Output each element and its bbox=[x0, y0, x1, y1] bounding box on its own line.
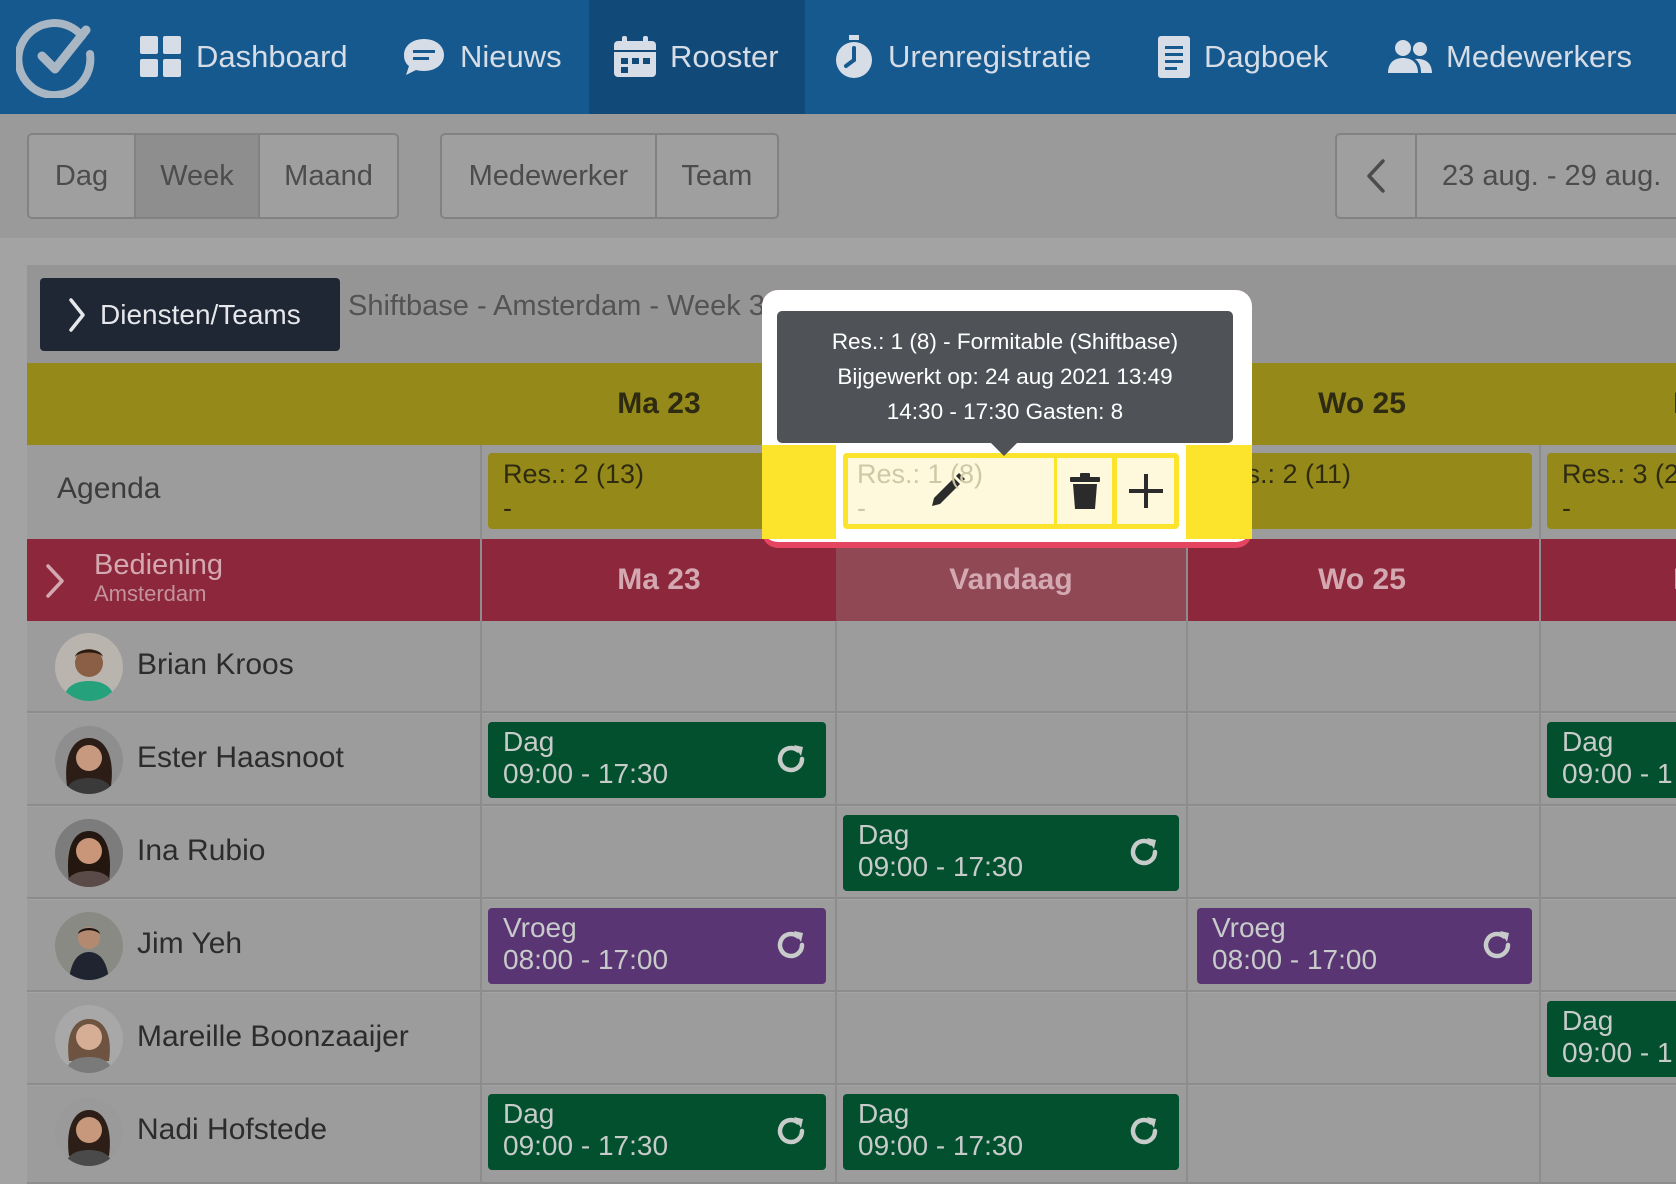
dashboard-grid-icon bbox=[140, 36, 181, 77]
column-divider bbox=[1186, 445, 1188, 1184]
avatar[interactable] bbox=[55, 912, 123, 980]
nav-urenregistratie-label: Urenregistratie bbox=[888, 39, 1092, 74]
shiftbase-logo-icon[interactable] bbox=[14, 16, 98, 99]
reservation-sub: - bbox=[857, 493, 866, 523]
group-team-button[interactable]: Team bbox=[657, 135, 777, 217]
repeat-icon bbox=[777, 931, 805, 959]
users-icon bbox=[1388, 40, 1432, 73]
chevron-right-icon[interactable] bbox=[44, 564, 66, 598]
shift-time: 09:00 - 1 bbox=[1562, 1037, 1673, 1068]
shift-block[interactable]: Dag 09:00 - 17:30 bbox=[843, 1094, 1179, 1170]
nav-nieuws-label: Nieuws bbox=[460, 39, 562, 74]
employee-name[interactable]: Jim Yeh bbox=[137, 927, 242, 961]
view-month-button[interactable]: Maand bbox=[260, 135, 397, 217]
notebook-icon bbox=[1158, 36, 1190, 78]
reservation-thu[interactable]: Res.: 3 (2 - bbox=[1547, 453, 1676, 529]
employee-name[interactable]: Brian Kroos bbox=[137, 648, 294, 682]
column-divider bbox=[835, 621, 837, 1184]
stopwatch-icon bbox=[836, 35, 872, 78]
nav-urenregistratie[interactable]: Urenregistratie bbox=[834, 0, 1091, 114]
view-day-button[interactable]: Dag bbox=[29, 135, 136, 217]
reservation-title: Res.: 1 (8) bbox=[857, 459, 984, 489]
reservation-wed-edge bbox=[1196, 453, 1252, 529]
team-location: Amsterdam bbox=[94, 581, 207, 606]
nav-rooster[interactable]: Rooster bbox=[614, 0, 779, 114]
shift-block[interactable]: Dag 09:00 - 17:30 bbox=[843, 815, 1179, 891]
reservation-mon-edge bbox=[762, 453, 826, 529]
shift-block[interactable]: Vroeg 08:00 - 17:00 bbox=[1197, 908, 1532, 984]
diensten-teams-label: Diensten/Teams bbox=[100, 298, 301, 330]
view-switch: Dag Week Maand bbox=[27, 133, 399, 219]
team-day-wed: Wo 25 bbox=[1318, 563, 1406, 596]
employee-name[interactable]: Mareille Boonzaaijer bbox=[137, 1020, 409, 1054]
plus-icon bbox=[1128, 474, 1163, 508]
agenda-label: Agenda bbox=[57, 472, 161, 505]
date-range-label[interactable]: 23 aug. - 29 aug. bbox=[1417, 135, 1676, 217]
shift-block[interactable]: Dag 09:00 - 17:30 bbox=[488, 722, 826, 798]
employee-name[interactable]: Ina Rubio bbox=[137, 834, 265, 868]
nav-dagboek[interactable]: Dagboek bbox=[1158, 0, 1328, 114]
reservation-today-text: Res.: 1 (8) - bbox=[857, 457, 983, 525]
shift-block[interactable]: Dag 09:00 - 1 bbox=[1547, 1001, 1676, 1077]
calendar-icon bbox=[614, 36, 656, 77]
delete-reservation-button[interactable] bbox=[1057, 458, 1112, 524]
repeat-icon bbox=[1130, 1117, 1158, 1145]
group-employee-button[interactable]: Medewerker bbox=[442, 135, 657, 217]
reservation-sub: - bbox=[1212, 491, 1532, 525]
tooltip-line: Res.: 1 (8) - Formitable (Shiftbase) bbox=[831, 329, 1179, 354]
repeat-icon bbox=[1483, 931, 1511, 959]
team-name: Bediening bbox=[94, 549, 223, 581]
shift-type: Dag bbox=[1562, 726, 1614, 757]
avatar[interactable] bbox=[55, 1098, 123, 1166]
repeat-icon bbox=[1130, 838, 1158, 866]
nav-medewerkers-label: Medewerkers bbox=[1446, 39, 1633, 74]
tooltip-arrow bbox=[991, 443, 1017, 456]
nav-dashboard-label: Dashboard bbox=[196, 39, 348, 74]
nav-rooster-label: Rooster bbox=[670, 39, 779, 74]
nav-nieuws[interactable]: Nieuws bbox=[402, 0, 562, 114]
reservation-tooltip: Res.: 1 (8) - Formitable (Shiftbase) Bij… bbox=[777, 311, 1233, 443]
avatar[interactable] bbox=[55, 633, 123, 701]
shift-block[interactable]: Dag 09:00 - 1 bbox=[1547, 722, 1676, 798]
column-divider bbox=[480, 445, 482, 1184]
employee-name[interactable]: Nadi Hofstede bbox=[137, 1113, 327, 1147]
shift-time: 09:00 - 1 bbox=[1562, 758, 1673, 789]
chevron-left-icon bbox=[1367, 159, 1385, 193]
team-day-thu: Do 26 bbox=[1538, 539, 1676, 621]
group-switch: Medewerker Team bbox=[440, 133, 779, 219]
tooltip-line: 14:30 - 17:30 Gasten: 8 bbox=[886, 399, 1124, 424]
day-header-thu: Do 26 bbox=[1538, 363, 1676, 445]
shift-block[interactable]: Vroeg 08:00 - 17:00 bbox=[488, 908, 826, 984]
previous-week-button[interactable] bbox=[1337, 135, 1417, 217]
nav-medewerkers[interactable]: Medewerkers bbox=[1388, 0, 1632, 114]
tooltip-line: Bijgewerkt op: 24 aug 2021 13:49 bbox=[837, 364, 1173, 389]
shift-type: Dag bbox=[1562, 1005, 1614, 1036]
repeat-icon bbox=[777, 745, 805, 773]
chat-bubble-icon bbox=[404, 39, 444, 75]
add-reservation-button[interactable] bbox=[1117, 458, 1174, 524]
avatar[interactable] bbox=[55, 1005, 123, 1073]
shift-block[interactable]: Dag 09:00 - 17:30 bbox=[488, 1094, 826, 1170]
team-day-today: Vandaag bbox=[949, 563, 1073, 596]
avatar[interactable] bbox=[55, 819, 123, 887]
nav-dagboek-label: Dagboek bbox=[1204, 39, 1329, 74]
diensten-teams-toggle[interactable]: Diensten/Teams bbox=[40, 278, 340, 351]
nav-dashboard[interactable]: Dashboard bbox=[140, 0, 348, 114]
chevron-right-icon bbox=[69, 297, 85, 332]
reservation-title: Res.: 2 (11) bbox=[1212, 459, 1352, 489]
reservation-sub: - bbox=[1562, 493, 1571, 523]
reservation-title: Res.: 3 (2 bbox=[1562, 459, 1676, 489]
employee-name[interactable]: Ester Haasnoot bbox=[137, 741, 344, 775]
repeat-icon bbox=[777, 1117, 805, 1145]
view-week-button[interactable]: Week bbox=[136, 135, 260, 217]
team-day-mon: Ma 23 bbox=[617, 563, 701, 596]
column-divider bbox=[1539, 445, 1541, 1184]
avatar[interactable] bbox=[55, 726, 123, 794]
date-navigator: 23 aug. - 29 aug. bbox=[1335, 133, 1676, 219]
trash-icon bbox=[1069, 473, 1100, 509]
